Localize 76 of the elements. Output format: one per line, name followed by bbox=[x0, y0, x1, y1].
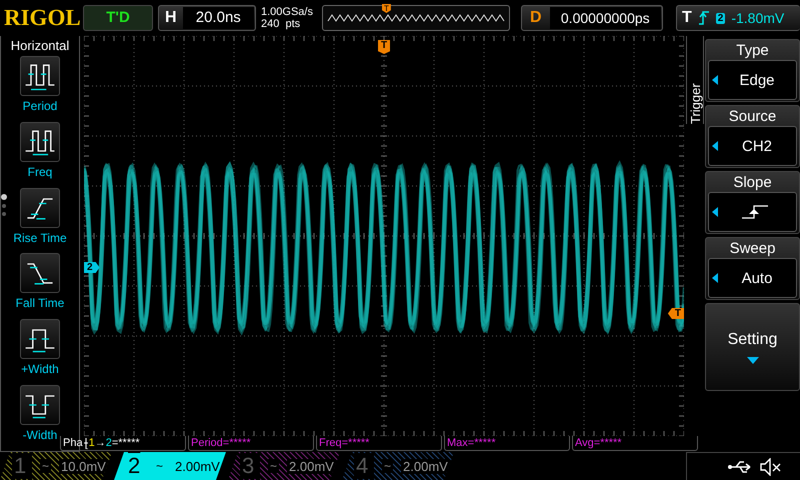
trigger-source-badge: 2 bbox=[716, 12, 726, 24]
measurement-readout: Avg=***** bbox=[575, 437, 622, 449]
timebase-value: 20.0ns bbox=[182, 7, 254, 29]
rising-edge-icon bbox=[698, 10, 710, 26]
menu-softkey[interactable]: Type Edge bbox=[705, 39, 800, 102]
measurement-readout: Max=***** bbox=[447, 437, 496, 449]
sample-rate: 1.00GSa/s bbox=[261, 6, 314, 18]
channel-tab[interactable]: 3 ~ 2.00mV bbox=[228, 452, 340, 480]
softkey-label: Type bbox=[736, 41, 769, 60]
channel-tab[interactable]: 1 ~ 10.0mV bbox=[0, 452, 112, 480]
channel-tab[interactable]: 4 ~ 2.00mV bbox=[342, 452, 454, 480]
measure-button[interactable] bbox=[20, 56, 60, 96]
menu-title: Horizontal bbox=[10, 37, 70, 55]
softkey-value: CH2 bbox=[740, 138, 773, 154]
measure-button[interactable] bbox=[20, 122, 60, 162]
timebase-box[interactable]: H 20.0ns bbox=[158, 5, 256, 31]
menu-title: Trigger bbox=[688, 82, 702, 124]
softkey-label: Slope bbox=[733, 173, 772, 192]
menu-softkey[interactable]: Source CH2 bbox=[705, 105, 800, 168]
channel-number: 4 bbox=[354, 453, 374, 479]
left-triangle-icon bbox=[712, 273, 718, 283]
menu-softkey[interactable]: Sweep Auto bbox=[705, 237, 800, 300]
softkey-value: Edge bbox=[738, 72, 776, 88]
trigger-position-marker[interactable]: T bbox=[378, 40, 390, 54]
channel-number: 2 bbox=[127, 453, 142, 479]
channel-scale: 2.00mV bbox=[287, 458, 336, 474]
channel-scale: 10.0mV bbox=[59, 458, 108, 474]
left-triangle-icon bbox=[712, 141, 718, 151]
coupling-symbol: ~ bbox=[40, 459, 52, 473]
delay-value: 0.00000000ps bbox=[550, 7, 661, 29]
channel-scale: 2.00mV bbox=[174, 458, 221, 474]
menu-softkey[interactable]: Setting bbox=[705, 303, 800, 391]
measure-button[interactable] bbox=[20, 385, 60, 426]
speaker-muted-icon bbox=[760, 458, 782, 476]
trigger-position-marker: T bbox=[382, 4, 391, 13]
phase-icon bbox=[82, 438, 89, 448]
measure-button[interactable] bbox=[20, 188, 60, 228]
left-triangle-icon bbox=[712, 207, 718, 217]
menu-softkey[interactable]: Slope bbox=[705, 171, 800, 234]
softkey-label: Sweep bbox=[730, 239, 776, 258]
measure-button[interactable] bbox=[20, 253, 60, 294]
measurement-readout: 1→2=***** bbox=[88, 437, 140, 449]
dropdown-triangle-icon bbox=[746, 357, 758, 364]
measure-label: Period bbox=[22, 98, 58, 115]
coupling-symbol: ~ bbox=[155, 459, 164, 473]
measure-label: Fall Time bbox=[16, 295, 64, 312]
channel-scale: 2.00mV bbox=[401, 458, 450, 474]
left-triangle-icon bbox=[712, 75, 718, 85]
timebase-label: H bbox=[164, 9, 178, 27]
measurement-label: Pha bbox=[63, 437, 83, 449]
delay-box[interactable]: D 0.00000000ps bbox=[521, 5, 663, 31]
trigger-label: T bbox=[681, 9, 692, 27]
measure-button[interactable] bbox=[20, 319, 60, 360]
measure-label: -Width bbox=[22, 427, 58, 444]
coupling-symbol: ~ bbox=[382, 459, 394, 473]
trigger-level-marker[interactable]: T bbox=[668, 308, 684, 319]
measure-label: +Width bbox=[21, 361, 59, 378]
measure-label: Freq bbox=[28, 164, 52, 181]
measurement-readout: Freq=***** bbox=[319, 437, 370, 449]
softkey-label: Setting bbox=[728, 330, 778, 349]
brand-logo: RIGOL bbox=[4, 5, 78, 31]
run-status: T'D bbox=[83, 5, 153, 31]
channel-offset-marker[interactable]: 2 bbox=[84, 262, 100, 273]
coupling-symbol: ~ bbox=[268, 459, 280, 473]
trigger-level: -1.80mV bbox=[731, 10, 784, 26]
channel-number: 1 bbox=[12, 453, 32, 479]
delay-label: D bbox=[529, 9, 543, 27]
memory-depth: 240 pts bbox=[261, 18, 302, 30]
softkey-label: Source bbox=[728, 107, 776, 126]
softkey-value: Auto bbox=[740, 270, 774, 286]
overview-wave-icon bbox=[327, 14, 505, 22]
measurement-readout: Period=***** bbox=[191, 437, 251, 449]
trigger-status-box[interactable]: T 2 -1.80mV bbox=[676, 5, 800, 31]
measure-label: Rise Time bbox=[13, 230, 67, 247]
channel-number: 3 bbox=[240, 453, 260, 479]
channel-tab[interactable]: 2 ~ 2.00mV bbox=[114, 452, 226, 480]
